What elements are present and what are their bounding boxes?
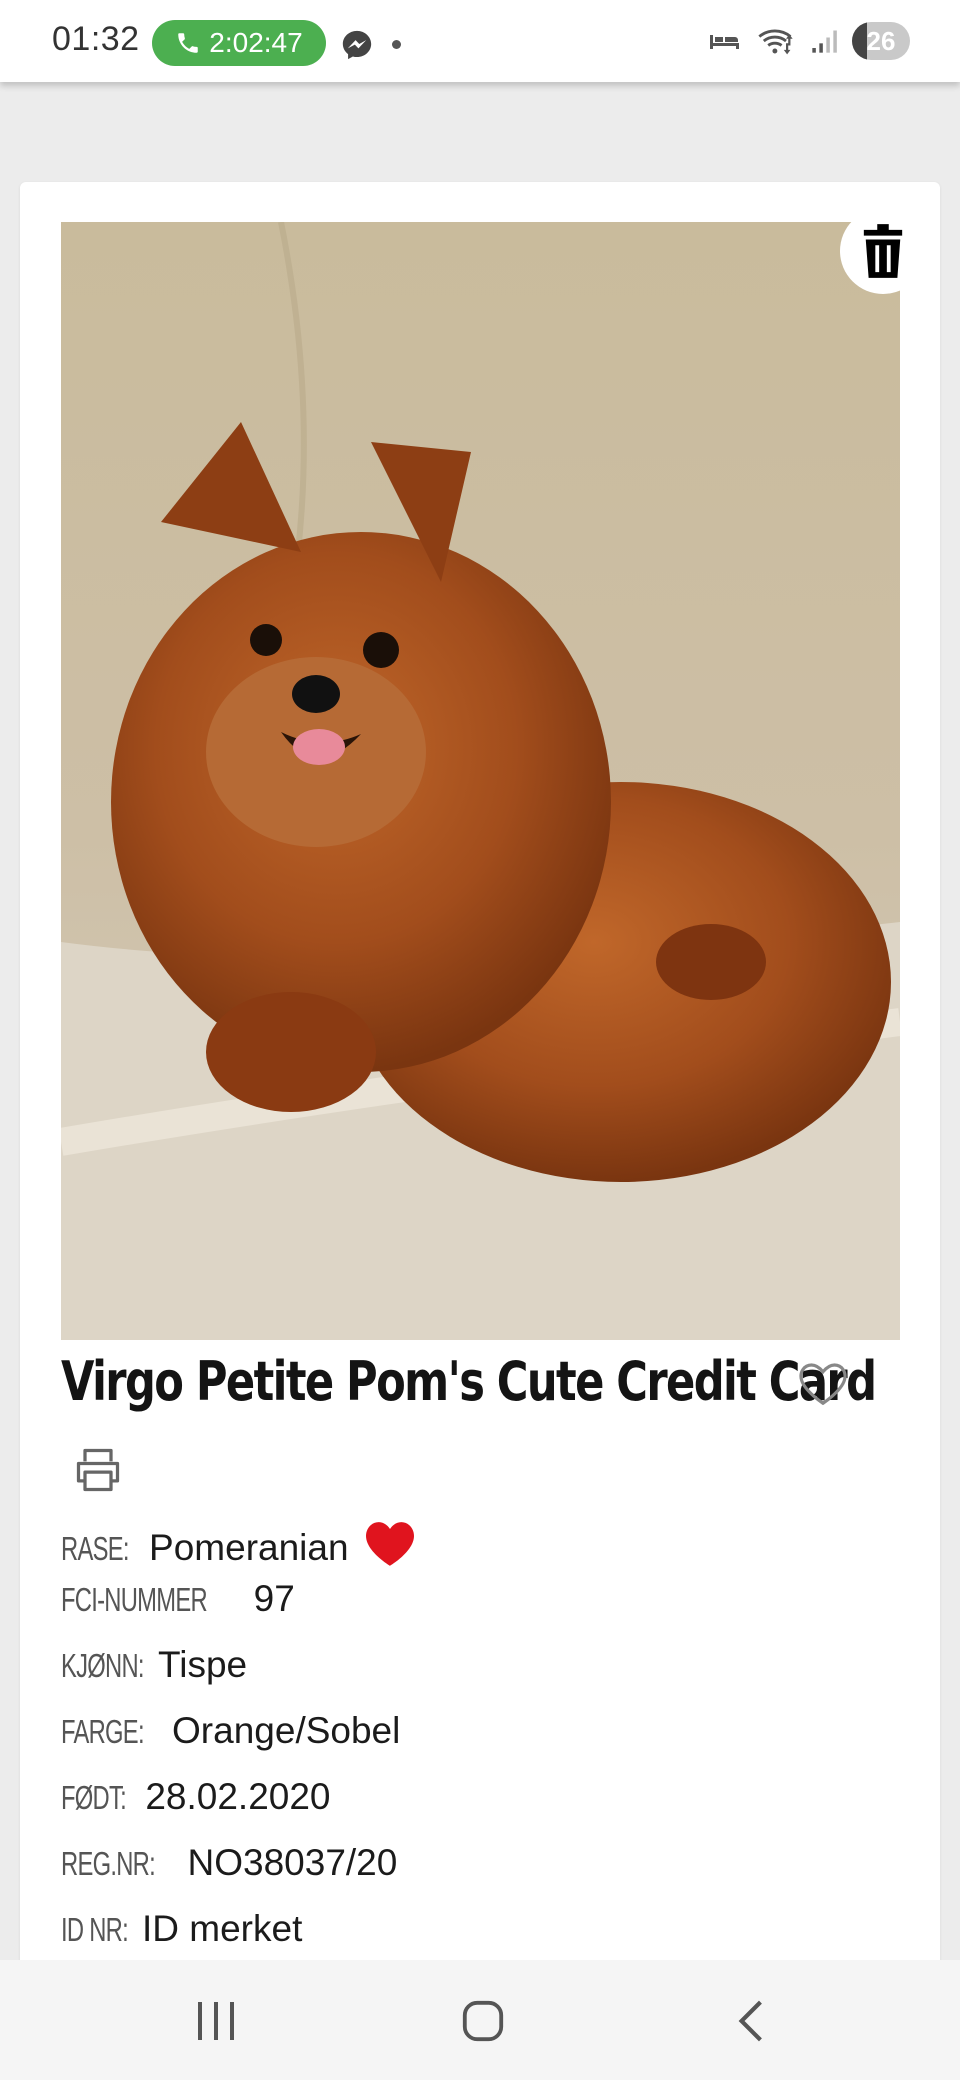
info-row-color: FARGE: Orange/Sobel — [61, 1710, 400, 1760]
dog-photo — [61, 222, 900, 1340]
fci-value: 97 — [253, 1578, 295, 1619]
born-value: 28.02.2020 — [145, 1776, 331, 1817]
born-label: FØDT: — [61, 1779, 127, 1816]
back-icon[interactable] — [734, 1998, 768, 2044]
phone-icon — [178, 33, 199, 53]
trash-icon — [863, 224, 903, 278]
battery-icon: 26 — [852, 22, 910, 60]
favorite-heart-icon[interactable] — [796, 1356, 850, 1410]
color-label: FARGE: — [61, 1713, 145, 1750]
call-duration: 2:02:47 — [209, 27, 303, 58]
messenger-icon — [342, 30, 372, 60]
ongoing-call-pill[interactable]: 2:02:47 — [152, 20, 326, 66]
breed-label: RASE: — [61, 1530, 129, 1567]
gender-value: Tispe — [158, 1644, 248, 1685]
home-icon[interactable] — [460, 1998, 506, 2044]
info-row-gender: KJØNN: Tispe — [61, 1644, 247, 1694]
sleep-icon — [710, 35, 739, 49]
wifi-icon — [758, 29, 793, 55]
battery-level: 26 — [866, 25, 896, 56]
fci-label: FCI-NUMMER — [61, 1581, 208, 1618]
idnr-value: ID merket — [142, 1908, 303, 1949]
gender-label: KJØNN: — [61, 1647, 145, 1684]
regnr-value: NO38037/20 — [187, 1842, 398, 1883]
info-row-regnr: REG.NR: NO38037/20 — [61, 1842, 397, 1892]
idnr-label: ID NR: — [61, 1911, 129, 1948]
status-icons: 26 — [708, 22, 910, 60]
status-bar: 01:32 2:02:47 26 — [0, 0, 960, 82]
info-row-idnr: ID NR: ID merket — [61, 1908, 302, 1958]
delete-button[interactable] — [840, 208, 926, 294]
print-icon[interactable] — [72, 1444, 124, 1496]
color-value: Orange/Sobel — [172, 1710, 401, 1751]
breed-value: Pomeranian — [149, 1527, 349, 1568]
dog-name-title: Virgo Petite Pom's Cute Credit Card — [61, 1350, 877, 1413]
recents-icon[interactable] — [192, 2000, 240, 2042]
info-row-born: FØDT: 28.02.2020 — [61, 1776, 331, 1826]
system-nav-bar — [0, 1960, 960, 2080]
notification-dot — [392, 40, 401, 49]
info-row-fci: FCI-NUMMER 97 — [61, 1578, 295, 1628]
regnr-label: REG.NR: — [61, 1845, 156, 1882]
breed-heart-icon — [365, 1522, 414, 1566]
info-row-breed: RASE: Pomeranian — [61, 1512, 417, 1568]
status-time: 01:32 — [52, 20, 140, 58]
signal-icon — [812, 30, 837, 53]
dog-card: Virgo Petite Pom's Cute Credit Card RASE… — [20, 182, 940, 2022]
